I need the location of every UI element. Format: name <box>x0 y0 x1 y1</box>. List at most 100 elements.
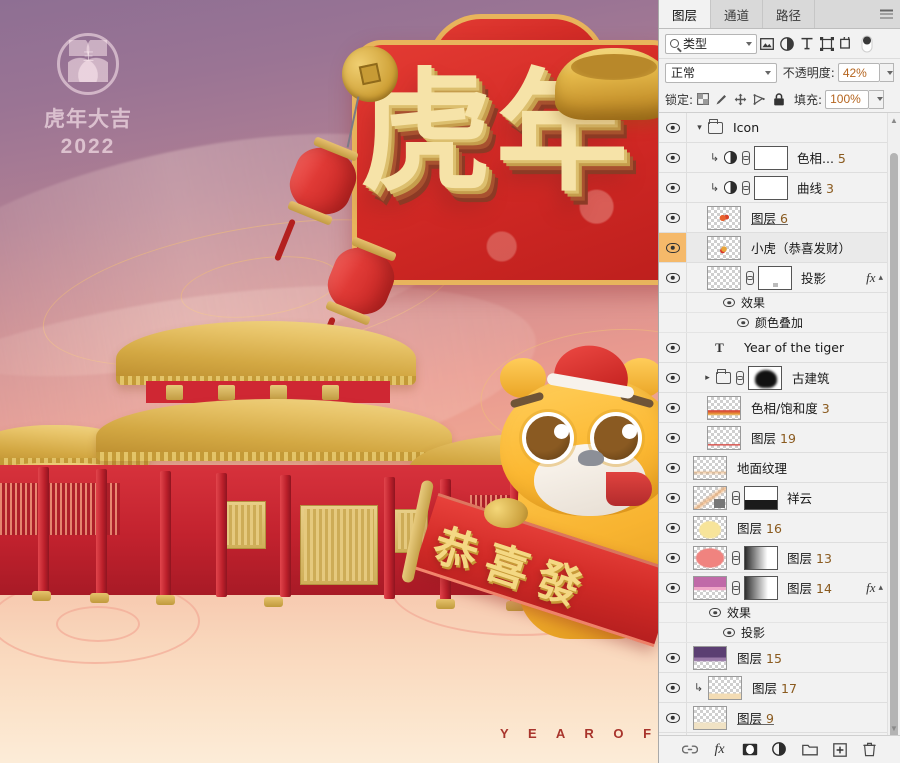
smartobject-filter-icon[interactable] <box>837 34 857 54</box>
delete-layer-icon[interactable] <box>861 741 878 758</box>
layer-thumbnail[interactable] <box>707 235 741 260</box>
scrollbar-thumb[interactable] <box>890 153 898 735</box>
layer-thumbnail[interactable] <box>707 395 741 420</box>
type-filter-icon[interactable] <box>797 34 817 54</box>
panel-menu-icon[interactable] <box>880 9 893 19</box>
filter-type-select[interactable]: 类型 <box>665 33 757 54</box>
list-item[interactable]: 投影 <box>659 623 887 643</box>
layer-visibility-toggle[interactable] <box>659 423 687 452</box>
tab-layers[interactable]: 图层 <box>659 0 712 28</box>
table-row[interactable]: 图层 15 <box>659 643 887 673</box>
layer-visibility-toggle[interactable] <box>659 703 687 732</box>
layer-thumbnail[interactable] <box>693 545 727 570</box>
layer-visibility-toggle[interactable] <box>659 233 687 262</box>
lock-artboard-icon[interactable] <box>750 90 769 109</box>
layer-visibility-toggle[interactable] <box>659 513 687 542</box>
layer-visibility-toggle[interactable] <box>659 643 687 672</box>
table-row-selected[interactable]: 小虎（恭喜发财） <box>659 233 887 263</box>
layer-visibility-toggle[interactable] <box>659 113 687 142</box>
layer-visibility-toggle[interactable] <box>659 363 687 392</box>
opacity-stepper[interactable] <box>879 63 894 82</box>
table-row[interactable]: 色相/饱和度 3 <box>659 393 887 423</box>
layer-thumbnail[interactable] <box>707 265 741 290</box>
layer-visibility-toggle[interactable] <box>659 483 687 512</box>
layer-visibility-toggle[interactable] <box>659 673 687 702</box>
table-row[interactable]: 图层 16 <box>659 513 887 543</box>
scroll-down-arrow-icon[interactable]: ▼ <box>888 721 900 735</box>
layer-mask-thumbnail[interactable] <box>754 145 788 170</box>
adjustment-filter-icon[interactable] <box>777 34 797 54</box>
layer-thumbnail[interactable] <box>708 675 742 700</box>
table-row[interactable]: ↳ 色相... 5 <box>659 143 887 173</box>
link-icon[interactable] <box>731 550 740 565</box>
table-row[interactable]: ↳ 图层 17 <box>659 673 887 703</box>
pixel-filter-icon[interactable] <box>757 34 777 54</box>
tab-channels[interactable]: 通道 <box>711 0 764 28</box>
layer-thumbnail[interactable] <box>693 705 727 730</box>
link-icon[interactable] <box>741 180 750 195</box>
chevron-down-icon[interactable]: ▾ <box>695 122 704 133</box>
layer-mask-thumbnail[interactable] <box>744 575 778 600</box>
link-icon[interactable] <box>731 580 740 595</box>
chevron-up-icon[interactable]: ▴ <box>878 582 883 593</box>
new-group-icon[interactable] <box>801 741 818 758</box>
opacity-input[interactable]: 42% <box>837 63 880 82</box>
layer-thumbnail[interactable] <box>707 205 741 230</box>
add-mask-icon[interactable] <box>741 741 758 758</box>
layer-visibility-toggle[interactable] <box>659 573 687 602</box>
layer-visibility-toggle[interactable] <box>659 263 687 292</box>
chevron-up-icon[interactable]: ▴ <box>878 272 883 283</box>
new-layer-icon[interactable] <box>831 741 848 758</box>
link-icon[interactable] <box>741 150 750 165</box>
layer-style-fx-icon[interactable]: fx <box>866 270 875 286</box>
canvas-artwork[interactable]: 王 虎年大吉 2022 虎年 <box>0 0 658 763</box>
lock-image-icon[interactable] <box>712 90 731 109</box>
layer-mask-thumbnail[interactable] <box>758 265 792 290</box>
chevron-right-icon[interactable]: ▸ <box>703 372 712 383</box>
eye-icon[interactable] <box>709 608 721 617</box>
lock-position-icon[interactable] <box>731 90 750 109</box>
table-row[interactable]: 祥云 <box>659 483 887 513</box>
table-row[interactable]: T Year of the tiger <box>659 333 887 363</box>
layer-thumbnail[interactable] <box>693 645 727 670</box>
fill-stepper[interactable] <box>869 89 885 109</box>
layer-thumbnail[interactable] <box>693 515 727 540</box>
layer-visibility-toggle[interactable] <box>659 333 687 362</box>
table-row[interactable]: 地面纹理 <box>659 453 887 483</box>
link-icon[interactable] <box>745 270 754 285</box>
layer-visibility-toggle[interactable] <box>659 543 687 572</box>
list-item[interactable]: 效果 <box>659 603 887 623</box>
layer-visibility-toggle[interactable] <box>659 173 687 202</box>
scroll-up-arrow-icon[interactable]: ▲ <box>888 113 900 127</box>
list-item[interactable]: 效果 <box>659 293 887 313</box>
table-row[interactable]: 投影 fx ▴ <box>659 263 887 293</box>
filter-toggle-switch[interactable] <box>857 34 877 54</box>
eye-icon[interactable] <box>723 628 735 637</box>
layer-visibility-toggle[interactable] <box>659 453 687 482</box>
layer-mask-thumbnail[interactable] <box>754 175 788 200</box>
layer-visibility-toggle[interactable] <box>659 733 687 735</box>
table-row[interactable] <box>659 733 887 735</box>
layer-visibility-toggle[interactable] <box>659 203 687 232</box>
shape-filter-icon[interactable] <box>817 34 837 54</box>
eye-icon[interactable] <box>737 318 749 327</box>
link-icon[interactable] <box>731 490 740 505</box>
layer-style-fx-icon[interactable]: fx <box>711 741 728 758</box>
blend-mode-select[interactable]: 正常 <box>665 62 777 83</box>
layer-thumbnail[interactable] <box>693 575 727 600</box>
group-mask-thumbnail[interactable] <box>748 365 782 390</box>
layer-thumbnail[interactable] <box>707 425 741 450</box>
layer-thumbnail[interactable] <box>693 485 727 510</box>
layer-mask-thumbnail[interactable] <box>744 485 778 510</box>
layers-list[interactable]: ▾ Icon ↳ 色相... 5 ↳ 曲线 3 图层 6 小虎（恭喜发财） 投影… <box>659 113 887 735</box>
lock-transparent-icon[interactable] <box>693 90 712 109</box>
list-item[interactable]: 颜色叠加 <box>659 313 887 333</box>
fill-input[interactable]: 100% <box>825 89 870 109</box>
layers-scrollbar[interactable]: ▲ ▼ <box>887 113 900 735</box>
link-icon[interactable] <box>735 370 744 385</box>
link-layers-icon[interactable] <box>681 741 698 758</box>
table-row[interactable]: 图层 19 <box>659 423 887 453</box>
new-adjustment-icon[interactable] <box>771 741 788 758</box>
layer-style-fx-icon[interactable]: fx <box>866 580 875 596</box>
table-row[interactable]: 图层 6 <box>659 203 887 233</box>
